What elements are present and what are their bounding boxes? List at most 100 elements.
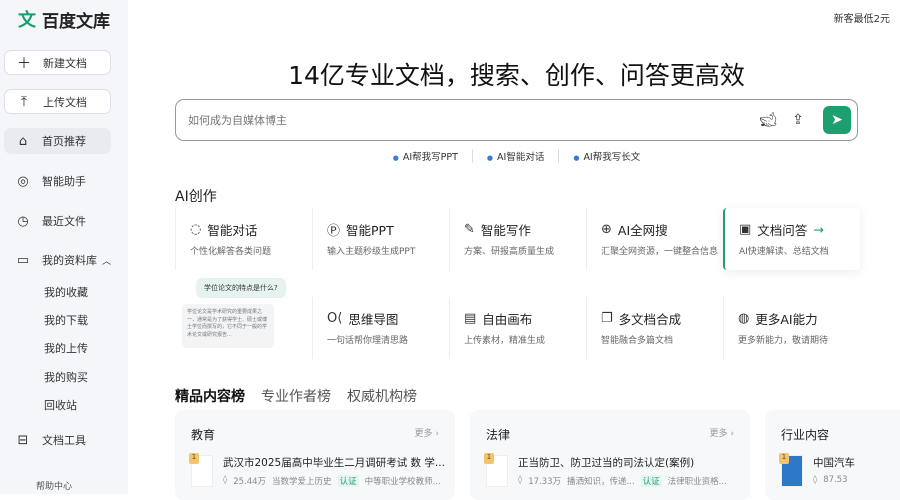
item-title: 正当防卫、防卫过当的司法认定(案例) xyxy=(518,457,695,469)
quick-link-label: AI帮我写PPT xyxy=(402,152,458,163)
ppt-icon: Ⓟ xyxy=(327,224,341,239)
card-subtitle: 一句话帮你理清思路 xyxy=(327,336,409,346)
canvas-icon: ▤ xyxy=(464,311,477,326)
author: 当数学爱上历史 xyxy=(272,477,332,487)
sidebar-item-recent[interactable]: ◷ 最近文件 xyxy=(4,208,111,234)
logo[interactable]: 文百度文库 xyxy=(18,6,110,32)
sidebar-item-assistant[interactable]: ◎ 智能助手 xyxy=(4,168,111,194)
card-subtitle: 方案、研报高质量生成 xyxy=(464,247,555,257)
ai-card-2[interactable]: ✎ 智能写作 方案、研报高质量生成 xyxy=(449,208,586,270)
send-icon: ➤ xyxy=(831,112,843,128)
ai-card-3[interactable]: ⊕ AI全网搜 汇聚全网资源，一键整合信息 xyxy=(586,208,723,270)
card-title: 思维导图 xyxy=(348,312,399,327)
ai-card-8[interactable]: ◍ 更多AI能力更多新能力，敬请期待 xyxy=(723,297,860,359)
list-item[interactable]: 1 武汉市2025届高中毕业生二月调研考试 数 学... ◊ 25.44万 当数学爱… xyxy=(189,453,445,487)
folder-icon: ▭ xyxy=(16,252,30,268)
list-item[interactable]: 1 正当防卫、防卫过当的司法认定(案例) ◊ 17.33万 播洒知识，传递... 认证… xyxy=(484,453,734,487)
card-title: 多文档合成 xyxy=(618,312,682,327)
card-subtitle: 个性化解答各类问题 xyxy=(190,247,272,257)
panel-education: 教育 更多 › 1 武汉市2025届高中毕业生二月调研考试 数 学... ◊ 25.… xyxy=(175,410,455,500)
search-box: 🐋︎ ⇪ ➤ xyxy=(175,99,858,141)
rank-badge: 1 xyxy=(779,453,789,464)
panel-title: 法律 xyxy=(486,428,511,442)
search-input[interactable] xyxy=(188,113,757,127)
sidebar-item-library[interactable]: ▭ 我的资料库 ︿ xyxy=(4,247,111,273)
doc-thumbnail: 1 xyxy=(189,453,213,487)
card-title: 文档问答 xyxy=(757,223,808,238)
quick-link-ppt[interactable]: ● AI帮我写PPT xyxy=(379,149,473,163)
doc-qa-icon: ▣ xyxy=(739,222,752,237)
plus-icon: ＋ xyxy=(17,55,31,72)
illustration-question: 学位论文的特点是什么? xyxy=(196,278,286,298)
panel-law: 法律 更多 › 1 正当防卫、防卫过当的司法认定(案例) ◊ 17.33万 播洒知识，… xyxy=(470,410,750,500)
quick-link-longtext[interactable]: ● AI帮我写长文 xyxy=(559,149,654,163)
org: 法律职业资格... xyxy=(667,477,727,487)
ai-card-0[interactable]: ◌ 智能对话个性化解答各类问题 xyxy=(175,208,312,270)
home-icon: ⌂ xyxy=(18,133,28,149)
chevron-up-icon: ︿ xyxy=(101,256,111,267)
chat-icon: ◌ xyxy=(190,222,202,237)
sidebar-item-favorites[interactable]: 我的收藏 xyxy=(44,284,88,300)
rank-tabs: 精品内容榜 专业作者榜 权威机构榜 xyxy=(175,386,417,406)
upload-icon: ⤒ xyxy=(20,93,28,110)
logo-icon: 文 xyxy=(18,10,36,31)
brand-name: 百度文库 xyxy=(42,11,110,32)
sidebar-item-uploads[interactable]: 我的上传 xyxy=(44,340,88,356)
sidebar-item-tools[interactable]: ⊟ 文档工具 xyxy=(4,427,111,453)
ai-card-7[interactable]: ❐ 多文档合成 智能融合多篇文档 xyxy=(586,297,723,359)
new-doc-label: 新建文档 xyxy=(43,56,87,70)
more-link[interactable]: 更多 › xyxy=(710,426,734,443)
author: 播洒知识，传递... xyxy=(567,477,635,487)
upload-doc-button[interactable]: ⤒ 上传文档 xyxy=(4,89,111,114)
sidebar-item-downloads[interactable]: 我的下载 xyxy=(44,312,88,328)
ai-card-1[interactable]: Ⓟ 智能PPT 输入主题秒级生成PPT xyxy=(312,208,449,270)
doc-thumbnail: 1 xyxy=(484,453,508,487)
promo-link[interactable]: 新客最低2元 xyxy=(834,10,890,25)
deepseek-icon[interactable]: 🐋︎ xyxy=(757,112,779,128)
quick-link-chat[interactable]: ● AI智能对话 xyxy=(473,149,560,163)
verified-badge: 认证 xyxy=(640,475,662,487)
nav-label: 文档工具 xyxy=(42,434,86,447)
sidebar: 文百度文库 ＋ 新建文档 ⤒ 上传文档 ⌂ 首页推荐 ◎ 智能助手 ◷ 最近文件 ▭ 我的资… xyxy=(0,0,128,494)
ai-icon: ● xyxy=(486,154,494,162)
card-subtitle: 汇聚全网资源，一键整合信息 xyxy=(601,247,719,257)
ai-card-6[interactable]: ▤ 自由画布 上传素材，精准生成 xyxy=(449,297,586,359)
toolbox-icon: ⊟ xyxy=(17,432,29,448)
quick-link-label: AI智能对话 xyxy=(497,152,545,163)
help-center-link[interactable]: 帮助中心 xyxy=(36,479,72,492)
list-item[interactable]: 1 中国汽车 ◊ 87.53 xyxy=(779,453,899,487)
card-subtitle: 上传素材，精准生成 xyxy=(464,336,546,346)
card-subtitle: AI快速解读、总结文档 xyxy=(739,247,829,257)
ai-card-4[interactable]: ▣ 文档问答 → AI快速解读、总结文档 xyxy=(723,208,860,270)
new-doc-button[interactable]: ＋ 新建文档 xyxy=(4,50,111,75)
sidebar-item-trash[interactable]: 回收站 xyxy=(44,397,77,413)
card-title: 智能对话 xyxy=(207,223,258,238)
quick-links: ● AI帮我写PPT ● AI智能对话 ● AI帮我写长文 xyxy=(175,149,858,163)
sidebar-item-home[interactable]: ⌂ 首页推荐 xyxy=(4,128,111,154)
more-ai-icon: ◍ xyxy=(738,311,750,326)
chat-illustration: 学位论文的特点是什么? 学位论文是学术研究的重要成果之一，通常是为了获得学士、硕… xyxy=(182,272,302,352)
tab-pro-authors[interactable]: 专业作者榜 xyxy=(261,386,331,406)
card-title: 智能PPT xyxy=(346,223,394,238)
more-link[interactable]: 更多 › xyxy=(415,426,439,443)
tab-quality-content[interactable]: 精品内容榜 xyxy=(175,386,245,406)
nav-label: 我的资料库 xyxy=(42,254,97,267)
sidebar-item-purchases[interactable]: 我的购买 xyxy=(44,369,88,385)
card-subtitle: 更多新能力，敬请期待 xyxy=(738,336,829,346)
card-title: AI全网搜 xyxy=(617,223,668,238)
card-title: 更多AI能力 xyxy=(755,312,818,327)
mindmap-icon: О⟨ xyxy=(327,311,343,326)
upload-file-icon[interactable]: ⇪ xyxy=(787,112,809,128)
upload-doc-label: 上传文档 xyxy=(43,95,87,109)
page-title: 14亿专业文档，搜索、创作、问答更高效 xyxy=(288,61,745,90)
ai-icon: ● xyxy=(573,154,580,162)
ai-card-5[interactable]: О⟨ 思维导图一句话帮你理清思路 xyxy=(312,297,449,359)
nav-label: 智能助手 xyxy=(42,175,86,188)
tab-authority-orgs[interactable]: 权威机构榜 xyxy=(347,386,417,406)
views-icon: ◊ xyxy=(813,475,818,485)
quick-link-label: AI帮我写长文 xyxy=(583,152,641,163)
illustration-answer: 学位论文是学术研究的重要成果之一，通常是为了获得学士、硕士或博士学位而撰写的，它… xyxy=(182,304,274,348)
clock-icon: ◷ xyxy=(17,213,29,229)
card-subtitle: 智能融合多篇文档 xyxy=(601,336,674,346)
send-button[interactable]: ➤ xyxy=(823,106,851,134)
